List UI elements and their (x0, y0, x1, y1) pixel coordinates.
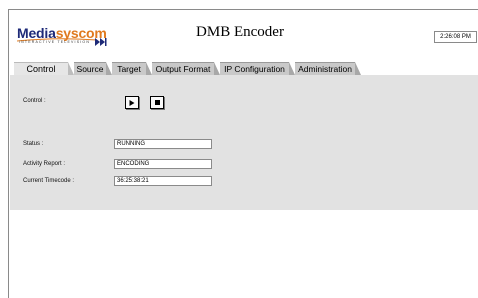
stop-button[interactable] (150, 96, 164, 109)
tab-source[interactable]: Source (74, 62, 106, 75)
clock-display: 2:26:08 PM (434, 31, 477, 43)
play-icon (129, 99, 135, 106)
activity-report-label: Activity Report : (23, 161, 66, 167)
status-field[interactable]: RUNNING (114, 139, 212, 149)
status-label: Status : (23, 141, 44, 147)
tab-label: Control (26, 64, 56, 74)
tab-separator (355, 62, 361, 75)
tab-label: Output Format (155, 64, 211, 74)
control-panel: Control : Status : RUNNING Activity Repo… (10, 75, 478, 210)
tab-bar: Control Source Target Output Format IP C… (14, 62, 374, 75)
tab-ip-configuration[interactable]: IP Configuration (220, 62, 289, 75)
page-title: DMB Encoder (196, 24, 284, 40)
stop-icon (154, 100, 160, 105)
mediasyscom-logo: Mediasyscom INTERACTIVE TELEVISION (17, 26, 117, 48)
tab-label: Administration (298, 64, 352, 74)
tab-label: IP Configuration (224, 64, 285, 74)
control-label: Control : (23, 98, 46, 104)
activity-report-field[interactable]: ENCODING (114, 159, 212, 169)
logo-tagline: INTERACTIVE TELEVISION (19, 40, 91, 44)
current-timecode-field[interactable]: 36:25:38:21 (114, 176, 212, 186)
tab-target[interactable]: Target (112, 62, 146, 75)
tab-control[interactable]: Control (14, 62, 68, 75)
tab-label: Target (117, 64, 141, 74)
play-button[interactable] (125, 96, 139, 109)
tab-output-format[interactable]: Output Format (152, 62, 214, 75)
logo-fast-forward-icon (95, 38, 107, 46)
current-timecode-label: Current Timecode : (23, 178, 75, 184)
tab-label: Source (76, 64, 104, 74)
tab-administration[interactable]: Administration (295, 62, 355, 75)
